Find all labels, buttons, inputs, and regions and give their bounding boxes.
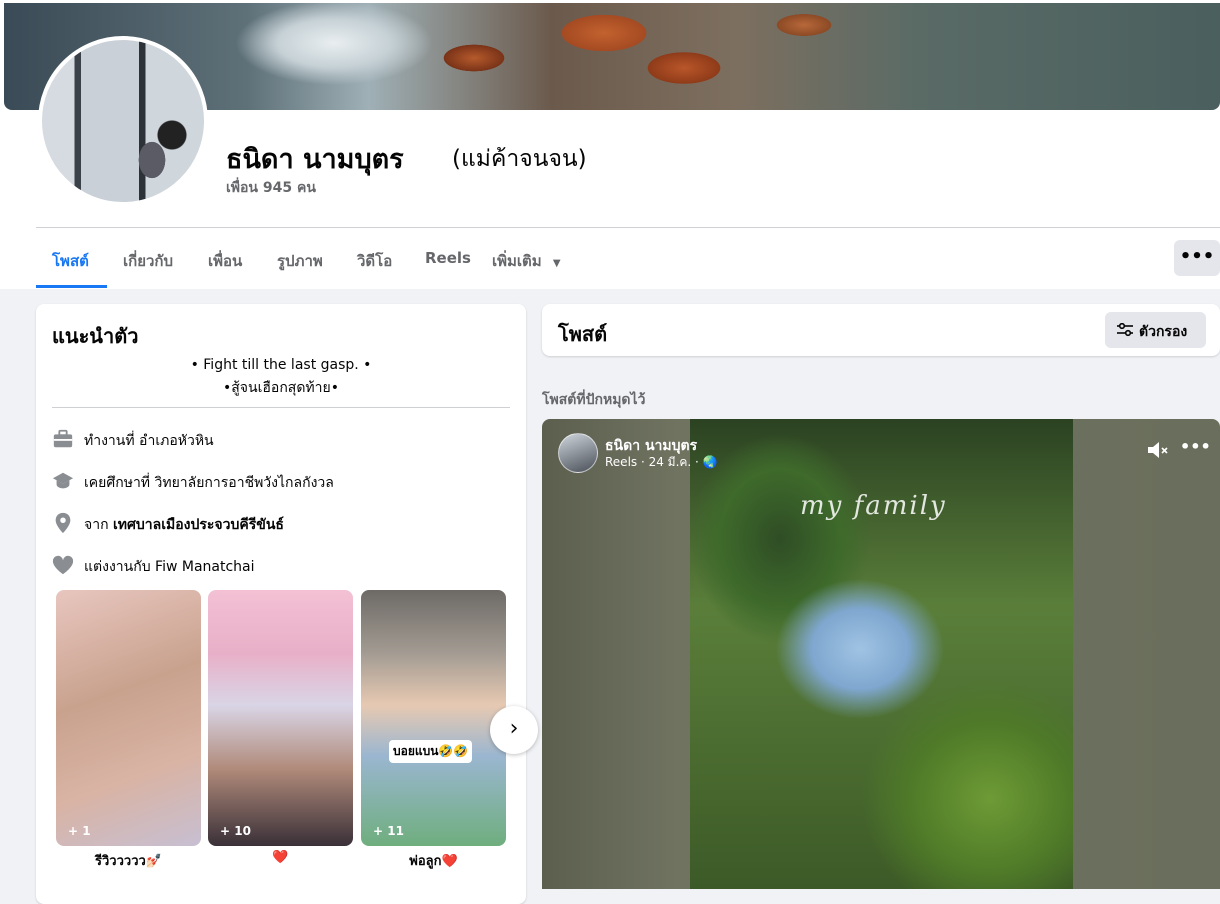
tab-posts[interactable]: โพสต์ [52,249,89,273]
info-relationship-value[interactable]: Fiw Manatchai [155,559,254,575]
tab-photos[interactable]: รูปภาพ [277,249,323,273]
mute-icon[interactable] [1146,439,1170,465]
tab-videos[interactable]: วิดีโอ [357,249,392,273]
featured-count: + 11 [373,824,404,838]
featured-count: + 1 [68,824,91,838]
friends-count-link[interactable]: เพื่อน 945 คน [226,177,316,199]
featured-next-button[interactable]: › [490,706,538,754]
header-divider [36,227,1220,228]
intro-card: แนะนำตัว • Fight till the last gasp. • •… [36,304,538,904]
filter-button[interactable]: ตัวกรอง [1105,312,1206,348]
featured-collection-2[interactable]: + 10 [208,590,353,846]
heart-icon [52,555,74,575]
info-hometown-value[interactable]: เทศบาลเมืองประจวบคีรีขันธ์ [113,517,284,533]
reel-meta: Reels · 24 มี.ค. · 🌏 [605,455,718,469]
pinned-posts-label: โพสต์ที่ปักหมุดไว้ [542,392,646,408]
tab-reels[interactable]: Reels [425,249,471,267]
featured-count: + 10 [220,824,251,838]
graduation-cap-icon [52,472,74,489]
location-pin-icon [55,512,71,534]
intro-title: แนะนำตัว [52,324,139,348]
tab-about[interactable]: เกี่ยวกับ [123,249,173,273]
profile-alternate-name: (แม่ค้าจนจน) [452,146,587,172]
bio-divider [52,407,510,408]
briefcase-icon [53,429,73,448]
active-tab-indicator [36,285,107,288]
featured-label[interactable]: ❤️ [208,850,353,865]
reel-watermark-text: my family [800,491,947,521]
info-work-prefix: ทำงานที่ [84,433,140,449]
reel-author-avatar[interactable] [558,433,598,473]
featured-sticker-text: บอยแบน🤣🤣 [389,740,473,763]
bio-line-1: • Fight till the last gasp. • [190,357,372,373]
tab-more[interactable]: เพิ่มเติม ▼ [492,249,561,273]
posts-title: โพสต์ [558,322,608,346]
profile-avatar[interactable] [38,36,208,206]
filter-sliders-icon [1117,323,1133,337]
reel-more-options-button[interactable]: ••• [1180,437,1211,456]
featured-collection-3[interactable]: บอยแบน🤣🤣 + 11 [361,590,506,846]
tab-friends[interactable]: เพื่อน [208,249,242,273]
info-hometown-prefix: จาก [84,517,113,533]
featured-label[interactable]: รีวิววววว💅🏻 [56,850,201,871]
more-actions-button[interactable]: ••• [1174,240,1220,276]
pinned-reel[interactable]: my family ธนิดา นามบุตร Reels · 24 มี.ค.… [542,419,1220,889]
chevron-right-icon: › [509,716,519,741]
info-education-value[interactable]: วิทยาลัยการอาชีพวังไกลกังวล [155,475,334,491]
info-relationship-prefix: แต่งงานกับ [84,559,156,575]
reel-video[interactable]: my family [690,419,1073,889]
tab-more-label: เพิ่มเติม [492,252,542,270]
chevron-down-icon: ▼ [552,258,561,269]
bio-line-2: •สู้จนเฮือกสุดท้าย• [223,380,339,396]
featured-label[interactable]: พ่อลูก❤️ [361,850,506,871]
profile-name: ธนิดา นามบุตร [226,144,404,175]
filter-button-label: ตัวกรอง [1139,324,1188,340]
info-work-value[interactable]: อำเภอหัวหิน [139,433,214,449]
info-education-prefix: เคยศึกษาที่ [84,475,155,491]
posts-header-card: โพสต์ ตัวกรอง [542,304,1220,356]
featured-collection-1[interactable]: + 1 [56,590,201,846]
